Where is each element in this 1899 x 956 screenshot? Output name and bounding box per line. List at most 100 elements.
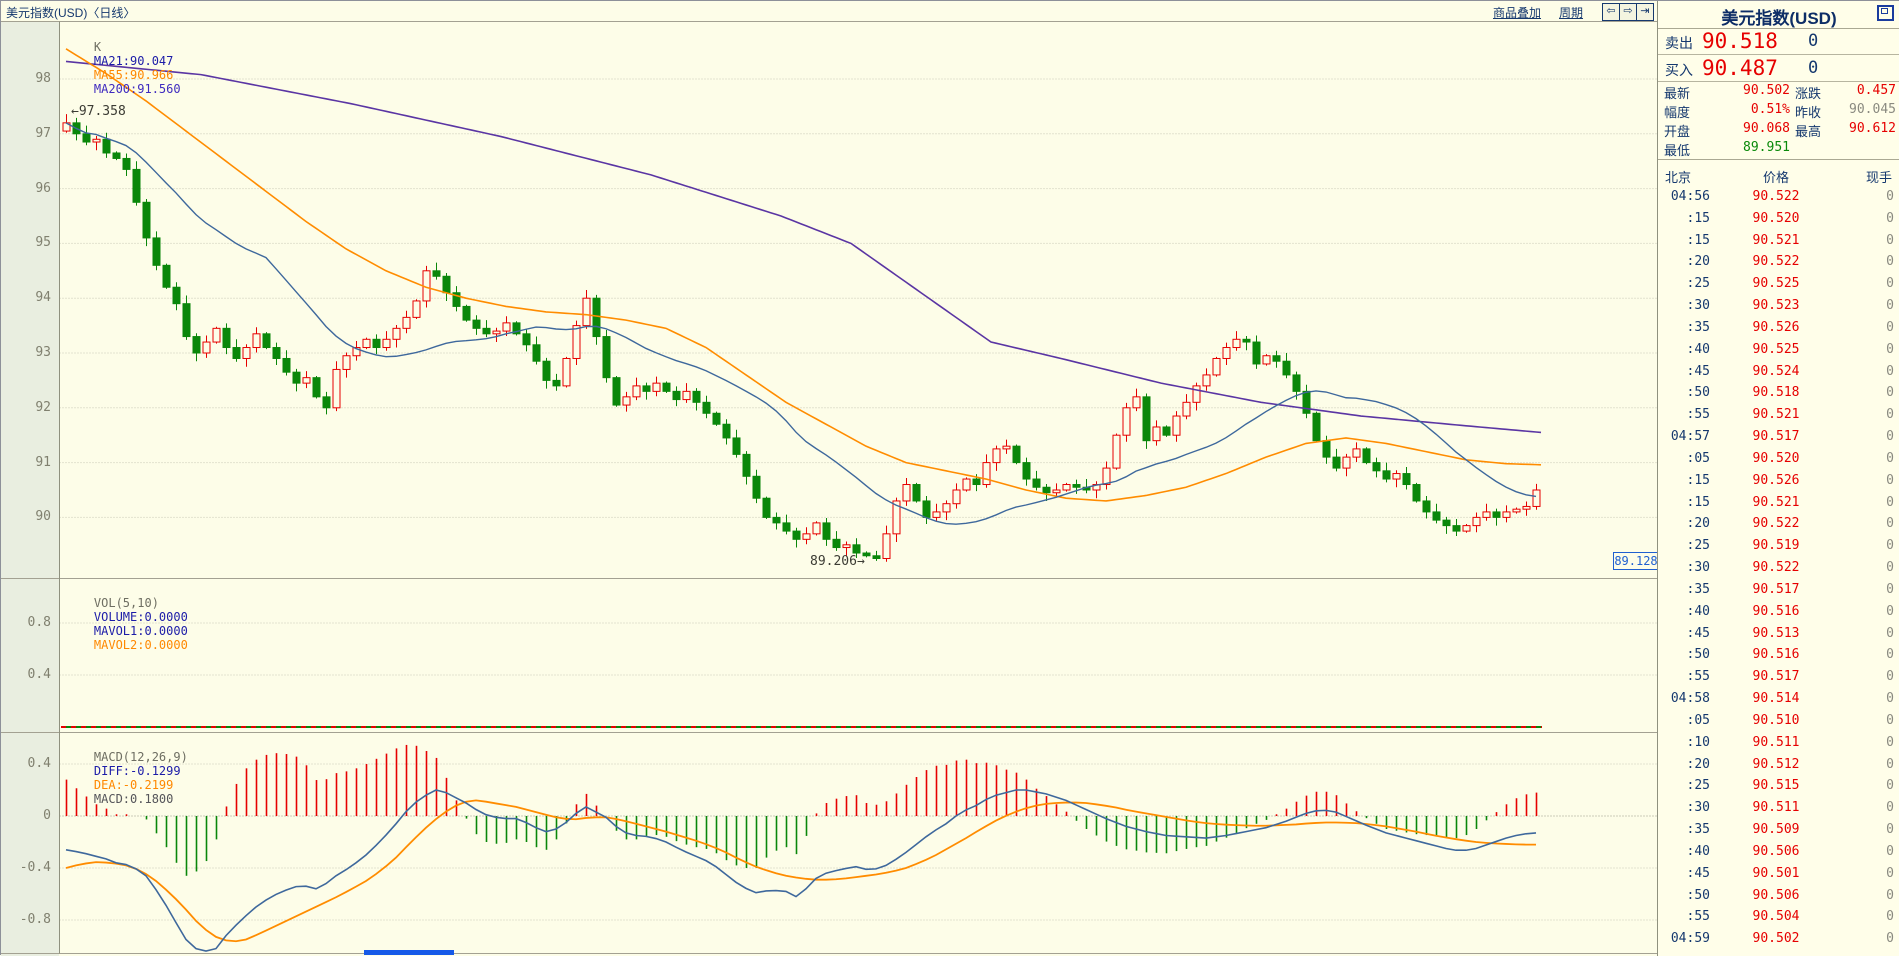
tick-volume: 0 <box>1854 189 1894 204</box>
price-tick: 92 <box>3 400 51 415</box>
col-price: 价格 <box>1763 167 1789 186</box>
quote-row[interactable]: :2090.5220 <box>1658 254 1899 276</box>
quote-row[interactable]: :4590.5010 <box>1658 866 1899 888</box>
tick-time: :45 <box>1664 626 1710 641</box>
price-tick: 98 <box>3 71 51 86</box>
quote-row[interactable]: :4090.5060 <box>1658 844 1899 866</box>
quote-row[interactable]: :45 90.513 0 <box>1658 626 1899 648</box>
tick-time: :20 <box>1664 516 1710 531</box>
tick-volume: 0 <box>1854 254 1894 269</box>
quote-row[interactable]: :1590.5260 <box>1658 473 1899 495</box>
buy-volume: 0 <box>1808 58 1818 78</box>
tick-time: :50 <box>1664 647 1710 662</box>
tick-volume: 0 <box>1854 669 1894 684</box>
col-volume: 现手 <box>1866 167 1892 186</box>
tick-price: 90.517 <box>1746 429 1806 444</box>
quote-row[interactable]: :1590.5200 <box>1658 211 1899 233</box>
tick-time: :15 <box>1664 495 1710 510</box>
tick-volume: 0 <box>1854 538 1894 553</box>
quote-row[interactable]: :5590.5170 <box>1658 669 1899 691</box>
legend-volume: VOLUME:0.0000 <box>94 610 188 624</box>
chart-canvas[interactable] <box>1 1 1657 956</box>
quote-row[interactable]: :4090.5250 <box>1658 342 1899 364</box>
vol-tick: 0.4 <box>3 667 51 682</box>
tick-time: :25 <box>1664 276 1710 291</box>
legend-vol-name: VOL(5,10) <box>94 596 159 610</box>
tick-price: 90.521 <box>1746 407 1806 422</box>
quote-row[interactable]: :4090.5160 <box>1658 604 1899 626</box>
quote-row[interactable]: :2590.5250 <box>1658 276 1899 298</box>
quote-row[interactable]: :3090.5110 <box>1658 800 1899 822</box>
macd-tick: 0.4 <box>3 756 51 771</box>
tick-volume: 0 <box>1854 647 1894 662</box>
quote-row[interactable]: 04:5990.5020 <box>1658 931 1899 953</box>
high-value: 90.612 <box>1818 121 1896 136</box>
quote-row[interactable]: :2590.5150 <box>1658 778 1899 800</box>
quote-row[interactable]: :3090.5230 <box>1658 298 1899 320</box>
tick-price: 90.513 <box>1746 626 1806 641</box>
tick-time: :10 <box>1664 735 1710 750</box>
tick-price: 90.522 <box>1746 516 1806 531</box>
tick-volume: 0 <box>1854 713 1894 728</box>
quote-row[interactable]: :1590.5210 <box>1658 495 1899 517</box>
quote-row[interactable]: :3590.5260 <box>1658 320 1899 342</box>
buy-price: 90.487 <box>1702 56 1778 80</box>
quote-row[interactable]: 04:5690.5220 <box>1658 189 1899 211</box>
quote-row[interactable]: 04:5790.5170 <box>1658 429 1899 451</box>
quote-row[interactable]: :2090.5120 <box>1658 757 1899 779</box>
quote-row[interactable]: :0590.5100 <box>1658 713 1899 735</box>
tick-volume: 0 <box>1854 888 1894 903</box>
quote-row[interactable]: :4590.5240 <box>1658 364 1899 386</box>
quote-row[interactable]: :3590.5170 <box>1658 582 1899 604</box>
quote-row[interactable]: :5590.5040 <box>1658 909 1899 931</box>
tick-volume: 0 <box>1854 451 1894 466</box>
nav-dock-button[interactable]: ⇥ <box>1636 3 1654 21</box>
tick-price: 90.524 <box>1746 364 1806 379</box>
period-link[interactable]: 周期 <box>1559 4 1583 21</box>
restore-window-icon[interactable] <box>1877 5 1894 21</box>
quote-row[interactable]: :1590.5210 <box>1658 233 1899 255</box>
tick-time: :05 <box>1664 713 1710 728</box>
sell-row[interactable]: 卖出 90.518 0 <box>1658 28 1899 55</box>
range-value: 0.51% <box>1698 102 1790 117</box>
hscrollbar-thumb[interactable] <box>364 950 454 955</box>
last-label: 最新 <box>1664 83 1690 102</box>
quote-row[interactable]: :3090.5220 <box>1658 560 1899 582</box>
quote-row[interactable]: :5090.5060 <box>1658 888 1899 910</box>
quote-row[interactable]: :3590.5090 <box>1658 822 1899 844</box>
tick-price: 90.517 <box>1746 582 1806 597</box>
quote-row[interactable]: :2590.5190 <box>1658 538 1899 560</box>
quote-row[interactable]: :0590.5200 <box>1658 451 1899 473</box>
tick-price: 90.523 <box>1746 298 1806 313</box>
macd-tick: -0.4 <box>3 860 51 875</box>
open-value: 90.068 <box>1698 121 1790 136</box>
tick-time: 04:57 <box>1664 429 1710 444</box>
quote-list-header: 北京 价格 现手 <box>1658 161 1899 188</box>
tick-time: :55 <box>1664 909 1710 924</box>
overlay-link[interactable]: 商品叠加 <box>1493 4 1541 21</box>
quote-row[interactable]: :5090.5180 <box>1658 385 1899 407</box>
tick-time: :40 <box>1664 604 1710 619</box>
tick-volume: 0 <box>1854 560 1894 575</box>
legend-k: K <box>94 40 101 54</box>
nav-back-button[interactable]: ⇦ <box>1602 3 1620 21</box>
quote-row[interactable]: :5090.5160 <box>1658 647 1899 669</box>
tick-volume: 0 <box>1854 626 1894 641</box>
quote-row[interactable]: 04:5890.5140 <box>1658 691 1899 713</box>
tick-time: :15 <box>1664 211 1710 226</box>
quote-row[interactable]: :5590.5210 <box>1658 407 1899 429</box>
tick-volume: 0 <box>1854 866 1894 881</box>
tick-time: :40 <box>1664 844 1710 859</box>
vol-pane-legend: VOL(5,10) VOLUME:0.0000 MAVOL1:0.0000 MA… <box>65 582 188 666</box>
quote-row[interactable]: :1090.5110 <box>1658 735 1899 757</box>
last-value: 90.502 <box>1698 83 1790 98</box>
quote-row[interactable]: :20 90.522 0 <box>1658 516 1899 538</box>
tick-time: 04:56 <box>1664 189 1710 204</box>
tick-volume: 0 <box>1854 495 1894 510</box>
quote-panel-title: 美元指数(USD) <box>1658 4 1899 29</box>
tick-volume: 0 <box>1854 320 1894 335</box>
nav-forward-button[interactable]: ⇨ <box>1619 3 1637 21</box>
tick-volume: 0 <box>1854 516 1894 531</box>
tick-price: 90.512 <box>1746 757 1806 772</box>
buy-row[interactable]: 买入 90.487 0 <box>1658 55 1899 82</box>
